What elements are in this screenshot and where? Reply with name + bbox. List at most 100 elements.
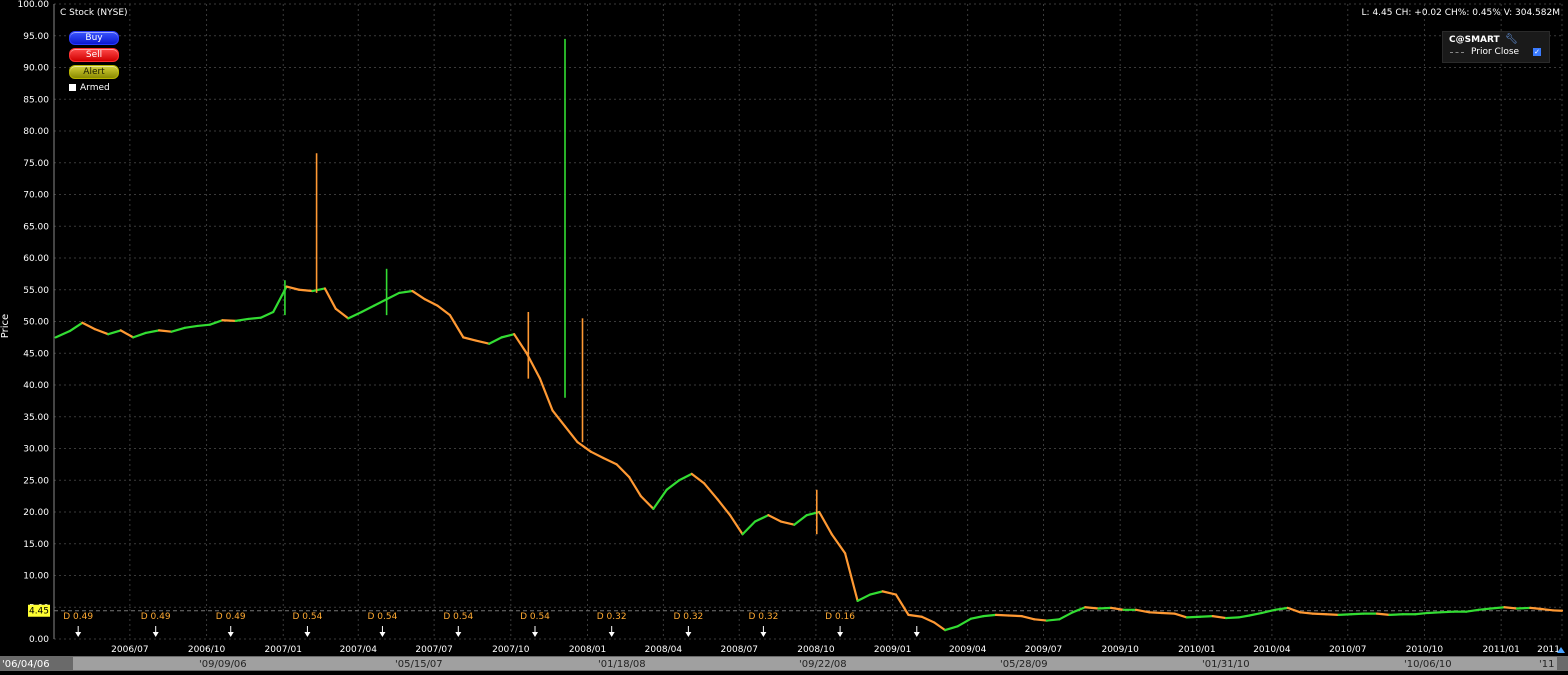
price-segment — [1530, 608, 1543, 609]
scrollbar-date-label: '01/31/10 — [1202, 659, 1250, 670]
y-axis: 0.005.0010.0015.0020.0025.0030.0035.0040… — [18, 0, 55, 645]
sell-button[interactable]: Sell — [69, 48, 119, 62]
x-tick-label: 2007/10 — [492, 645, 530, 655]
x-tick-label: 2006/10 — [188, 645, 226, 655]
y-tick-label: 40.00 — [23, 381, 49, 391]
x-tick-label: 2006/07 — [111, 645, 148, 655]
legend-prior-close-label: Prior Close — [1471, 47, 1519, 57]
x-tick-label: 2009/10 — [1101, 645, 1139, 655]
y-tick-label: 70.00 — [23, 191, 49, 201]
alert-button[interactable]: Alert — [69, 65, 119, 79]
price-tag-label: 4.45 — [29, 607, 49, 617]
dividend-label: D 0.32 — [748, 612, 778, 622]
y-tick-label: 50.00 — [23, 318, 49, 328]
price-segment — [299, 290, 312, 291]
quote-stats: L: 4.45 CH: +0.02 CH%: 0.45% V: 304.582M — [1362, 8, 1560, 18]
price-segment — [1440, 612, 1453, 613]
y-axis-title: Price — [0, 314, 11, 338]
x-tick-label: 2009/07 — [1025, 645, 1062, 655]
price-segment — [1034, 619, 1047, 620]
price-segment — [1149, 612, 1162, 613]
price-segment — [1162, 613, 1175, 614]
dividend-label: D 0.54 — [368, 612, 398, 622]
price-segment — [1313, 614, 1326, 615]
y-tick-label: 25.00 — [23, 476, 49, 486]
price-segment — [1377, 614, 1390, 615]
dividend-label: D 0.54 — [292, 612, 322, 622]
price-segment — [1008, 616, 1021, 617]
dividend-label: D 0.49 — [216, 612, 246, 622]
x-tick-label: 2010/01 — [1178, 645, 1215, 655]
price-segment — [1351, 614, 1364, 615]
y-tick-label: 10.00 — [23, 572, 49, 582]
scrollbar-date-label: '10/06/10 — [1404, 659, 1452, 670]
buy-button[interactable]: Buy — [69, 31, 119, 45]
price-segment — [996, 615, 1009, 616]
y-tick-label: 30.00 — [23, 445, 49, 455]
dash-line-icon — [1450, 52, 1464, 53]
y-tick-label: 65.00 — [23, 222, 49, 232]
dividend-label: D 0.49 — [141, 612, 171, 622]
price-segment — [1300, 612, 1313, 613]
x-tick-label: 2009/04 — [949, 645, 987, 655]
prior-close-checkbox[interactable]: ✓ — [1533, 48, 1541, 56]
price-segment — [197, 325, 210, 326]
y-tick-label: 100.00 — [18, 0, 50, 10]
x-tick-label: 2008/01 — [569, 645, 606, 655]
price-segment — [1504, 607, 1517, 608]
price-segment — [1226, 617, 1239, 618]
price-segment — [1479, 609, 1492, 610]
armed-checkbox[interactable] — [69, 84, 76, 91]
x-tick-label: 2008/04 — [645, 645, 683, 655]
price-segment — [1491, 607, 1504, 608]
dividend-label: D 0.32 — [673, 612, 703, 622]
y-tick-label: 95.00 — [23, 32, 49, 42]
price-segment — [1200, 616, 1213, 617]
scrollbar-date-label: '09/22/08 — [799, 659, 847, 670]
legend-source: C@SMART — [1449, 35, 1500, 45]
price-segment — [1428, 612, 1441, 613]
chart-title: C Stock (NYSE) — [60, 8, 128, 18]
scrollbar-date-label: '05/15/07 — [395, 659, 443, 670]
y-tick-label: 0.00 — [29, 635, 49, 645]
price-segment — [248, 318, 261, 319]
x-tick-label: 2010/07 — [1329, 645, 1366, 655]
price-segment — [1326, 614, 1339, 615]
x-tick-label: 2008/07 — [721, 645, 758, 655]
price-segment — [1047, 619, 1060, 620]
price-segment — [1389, 614, 1402, 615]
armed-toggle[interactable]: Armed — [69, 83, 110, 93]
legend-panel: C@SMART 🔧︎ Prior Close ✓ — [1442, 31, 1550, 63]
x-tick-label: 2007/01 — [265, 645, 302, 655]
x-tick-label: 2008/10 — [797, 645, 835, 655]
x-tick-label: 2009/01 — [874, 645, 911, 655]
x-tick-label: 2007/04 — [340, 645, 378, 655]
chart-canvas[interactable]: 0.005.0010.0015.0020.0025.0030.0035.0040… — [0, 0, 1568, 671]
scrollbar-date-label: '11 — [1539, 659, 1554, 670]
dividend-label: D 0.54 — [443, 612, 473, 622]
y-tick-label: 80.00 — [23, 127, 49, 137]
wrench-icon[interactable]: 🔧︎ — [1505, 34, 1518, 45]
y-tick-label: 75.00 — [23, 159, 49, 169]
x-tick-label: 2010/10 — [1406, 645, 1444, 655]
x-tick-label: 2010/04 — [1253, 645, 1291, 655]
y-tick-label: 60.00 — [23, 254, 49, 264]
x-tick-label: 2011/01 — [1482, 645, 1519, 655]
armed-label: Armed — [80, 83, 110, 93]
scrollbar-date-label: '01/18/08 — [598, 659, 646, 670]
price-segment — [1543, 609, 1554, 610]
price-segment — [1415, 613, 1428, 614]
price-segment — [983, 615, 996, 616]
price-segment — [222, 320, 235, 321]
y-tick-label: 55.00 — [23, 286, 49, 296]
scrollbar-date-label: '05/28/09 — [1000, 659, 1048, 670]
dividend-label: D 0.49 — [63, 612, 93, 622]
price-segment — [1339, 614, 1352, 615]
y-tick-label: 15.00 — [23, 540, 49, 550]
y-tick-label: 90.00 — [23, 64, 49, 74]
y-tick-label: 35.00 — [23, 413, 49, 423]
stock-chart[interactable]: 0.005.0010.0015.0020.0025.0030.0035.0040… — [0, 0, 1568, 671]
x-tick-label: 2007/07 — [415, 645, 452, 655]
price-segment — [1187, 617, 1200, 618]
scrollbar-date-label: '06/04/06 — [2, 659, 50, 670]
